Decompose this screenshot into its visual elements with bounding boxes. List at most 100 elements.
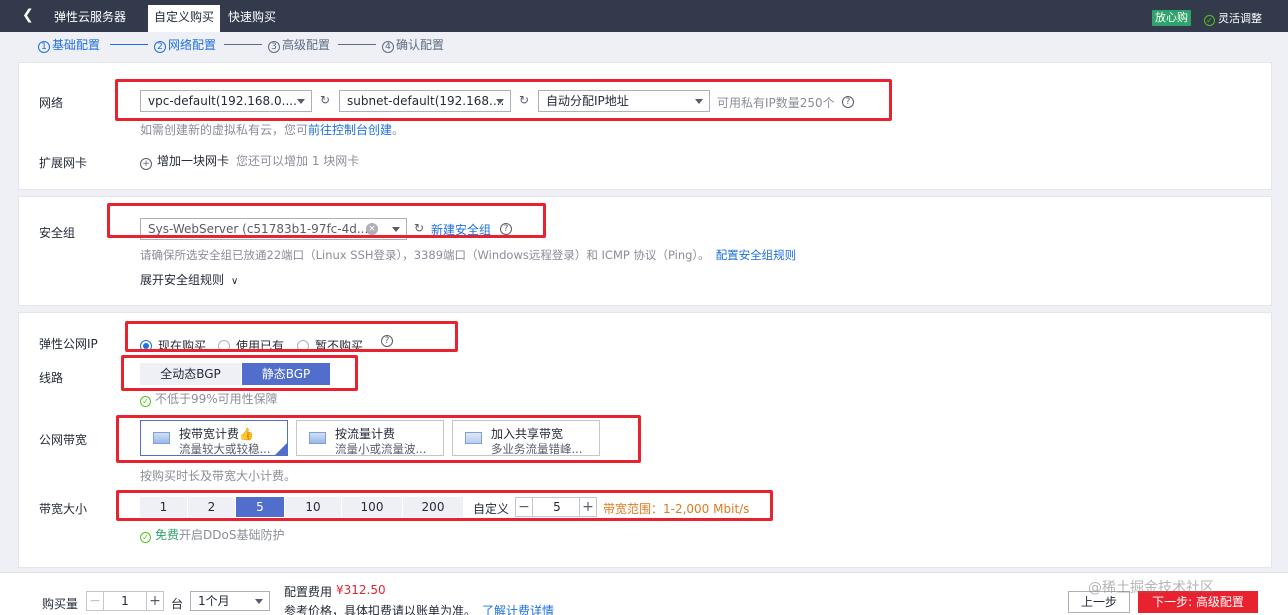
expand-rules-label: 展开安全组规则 [140,273,225,287]
shared-bandwidth-icon [465,432,482,444]
expand-rules-toggle[interactable]: 展开安全组规则 ∨ [140,271,238,288]
fee-label: 配置费用 [284,585,333,599]
step-label: 网络配置 [168,38,217,52]
chevron-down-icon [297,99,305,104]
check-circle-icon: ✓ [1204,15,1215,26]
security-group-select[interactable]: Sys-WebServer (c51783b1-97fc-4d... × [140,218,407,240]
bandwidth-range: 带宽范围：1-2,000 Mbit/s [603,502,750,516]
bottom-bar: 购买量 − 1 + 台 1个月 配置费用 ¥312.50 参考价格，具体扣费请以… [0,572,1288,615]
chevron-down-icon [496,99,504,104]
step-connector [224,44,262,45]
step-connector [110,44,148,45]
step-network[interactable]: 2 网络配置 [154,36,216,53]
minus-button[interactable]: − [515,497,533,517]
radio-dot [218,340,230,352]
bandwidth-size-label: 带宽大小 [39,502,88,516]
vpc-hint-suffix: 。 [392,123,405,137]
step-number-1: 1 [38,41,50,53]
duration-select[interactable]: 1个月 [190,591,270,611]
flex-adjust-link[interactable]: ✓ 灵活调整 [1204,10,1262,26]
bandwidth-option-2[interactable]: 2 [188,497,235,517]
step-basic[interactable]: 1 基础配置 [38,36,100,53]
step-advanced[interactable]: 3 高级配置 [268,36,330,53]
fee-note-text: 参考价格，具体扣费请以账单为准。 [284,604,477,615]
top-bar: ❮ 弹性云服务器 自定义购买 快速购买 放心购 ✓ 灵活调整 [0,0,1288,32]
eip-label: 弹性公网IP [39,337,98,351]
card-by-bandwidth[interactable]: 按带宽计费👍 流量较大或较稳... [140,420,288,456]
config-rules-link[interactable]: 配置安全组规则 [716,248,797,262]
bandwidth-option-200[interactable]: 200 [403,497,463,517]
flex-adjust-label: 灵活调整 [1218,12,1262,25]
assurance-badge[interactable]: 放心购 [1152,10,1191,26]
line-option-dynamic-bgp[interactable]: 全动态BGP [140,363,241,385]
security-group-label: 安全组 [39,226,76,240]
line-option-static-bgp[interactable]: 静态BGP [242,363,330,385]
eip-panel: 弹性公网IP 现在购买 使用已有 暂不购买 ? 线路 全动态BGP 静态BGP … [18,312,1272,568]
vpc-value: vpc-default(192.168.0.... [148,94,297,108]
card-by-traffic[interactable]: 按流量计费 流量小或流量波... [296,420,444,456]
vpc-select[interactable]: vpc-default(192.168.0.... [140,90,312,112]
vpc-hint-text: 如需创建新的虚拟私有云，您可 [140,123,309,137]
radio-not-buy[interactable]: 暂不购买 [297,337,363,354]
tab-custom-purchase[interactable]: 自定义购买 [148,5,221,32]
pricing-details-link[interactable]: 了解计费详情 [482,604,554,615]
radio-use-existing[interactable]: 使用已有 [218,337,284,354]
tab-quick-purchase[interactable]: 快速购买 [222,5,282,32]
chevron-down-icon [255,599,263,604]
card-desc: 流量较大或较稳... [179,442,271,456]
plus-button[interactable]: + [579,497,597,517]
security-group-value: Sys-WebServer (c51783b1-97fc-4d... [148,222,369,236]
bandwidth-icon [153,432,170,444]
step-label: 基础配置 [52,38,101,52]
help-icon[interactable]: ? [381,335,393,347]
clear-icon[interactable]: × [366,223,378,235]
step-number-4: 4 [382,41,394,53]
chevron-down-icon: ∨ [231,276,239,287]
quantity-minus-button[interactable]: − [86,591,104,611]
subnet-value: subnet-default(192.168.... [347,94,505,108]
bandwidth-option-5[interactable]: 5 [236,497,284,517]
card-title: 按流量计费 [335,427,396,441]
refresh-icon[interactable]: ↻ [414,221,424,235]
bandwidth-option-10[interactable]: 10 [285,497,341,517]
bandwidth-option-1[interactable]: 1 [140,497,187,517]
step-number-3: 3 [268,41,280,53]
card-shared-bandwidth[interactable]: 加入共享带宽 多业务流量错峰... [452,420,600,456]
billing-hint: 按购买时长及带宽大小计费。 [140,469,297,483]
new-security-group-link[interactable]: 新建安全组 [431,221,491,238]
help-icon[interactable]: ? [842,96,854,108]
bandwidth-type-label: 公网带宽 [39,433,88,447]
radio-label: 暂不购买 [315,339,364,353]
radio-dot [297,340,309,352]
bandwidth-option-100[interactable]: 100 [342,497,402,517]
available-ip-count: 可用私有IP数量250个 [717,96,835,110]
security-group-hint: 请确保所选安全组已放通22端口（Linux SSH登录），3389端口（Wind… [140,247,796,263]
create-vpc-link[interactable]: 前往控制台创建 [308,123,392,137]
ddos-text: 开启DDoS基础防护 [179,528,285,542]
vpc-hint: 如需创建新的虚拟私有云，您可前往控制台创建。 [140,121,404,138]
help-icon[interactable]: ? [500,223,512,235]
check-circle-icon: ✓ [140,532,151,543]
ip-assign-select[interactable]: 自动分配IP地址 [538,90,710,112]
security-group-panel: 安全组 Sys-WebServer (c51783b1-97fc-4d... × … [18,196,1272,306]
security-group-hint-text: 请确保所选安全组已放通22端口（Linux SSH登录），3389端口（Wind… [140,248,710,262]
quantity-unit: 台 [171,597,184,611]
nic-hint: 您还可以增加 1 块网卡 [236,154,360,168]
plus-circle-icon: + [140,158,152,170]
ip-assign-value: 自动分配IP地址 [546,94,629,108]
add-nic-button[interactable]: + 增加一块网卡 [140,152,229,170]
quantity-plus-button[interactable]: + [146,591,164,611]
quantity-input[interactable]: 1 [104,591,146,611]
chevron-left-icon[interactable]: ❮ [22,7,34,23]
refresh-icon[interactable]: ↻ [320,93,330,107]
check-circle-icon: ✓ [140,396,151,407]
chevron-down-icon [695,99,703,104]
custom-label: 自定义 [473,502,510,516]
refresh-icon[interactable]: ↻ [519,93,529,107]
subnet-select[interactable]: subnet-default(192.168.... [339,90,511,112]
radio-buy-now[interactable]: 现在购买 [140,337,206,354]
bandwidth-value[interactable]: 5 [533,497,581,517]
page-title: 弹性云服务器 [54,10,127,24]
step-confirm[interactable]: 4 确认配置 [382,36,444,53]
fee-value: ¥312.50 [336,583,386,597]
